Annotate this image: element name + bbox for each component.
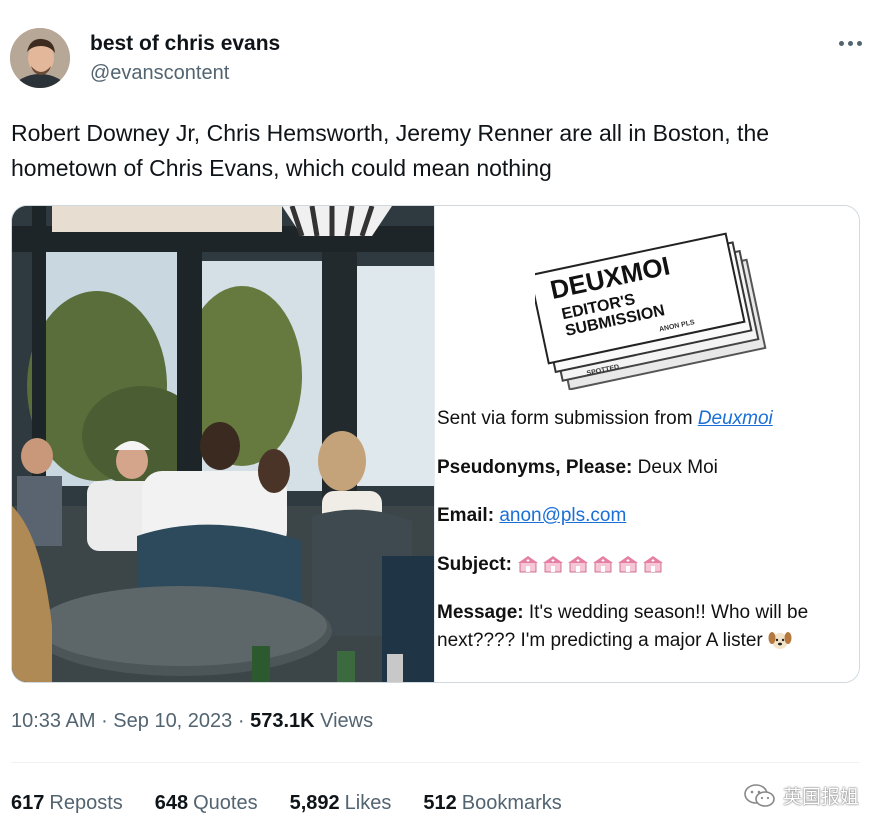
wedding-chapel-emoji (518, 556, 539, 573)
views-count: 573.1K (250, 710, 315, 732)
wedding-chapel-emoji (543, 556, 564, 573)
tweet-date[interactable]: Sep 10, 2023 (113, 710, 232, 732)
wedding-chapel-emoji (568, 556, 589, 573)
message-line-2: next???? I'm predicting a major A lister (437, 630, 792, 652)
sent-via-line: Sent via form submission from Deuxmoi (437, 408, 773, 429)
restaurant-photo[interactable] (12, 206, 434, 682)
reposts-stat[interactable]: 617 Reposts (11, 792, 123, 815)
watermark: 英国报姐 (743, 782, 859, 809)
dog-face-emoji (768, 632, 792, 649)
watermark-text: 英国报姐 (782, 787, 859, 808)
deuxmoi-submission-screenshot: DEUXMOI EDITOR'S SUBMISSION ANON PLS SPO… (434, 206, 859, 682)
wedding-chapel-emoji (593, 556, 614, 573)
tweet-media[interactable]: DEUXMOI EDITOR'S SUBMISSION ANON PLS SPO… (11, 205, 860, 683)
likes-stat[interactable]: 5,892 Likes (290, 792, 392, 815)
views-label: Views (314, 710, 374, 732)
display-name[interactable]: best of chris evans (90, 32, 280, 56)
tweet-meta: 10:33 AM · Sep 10, 2023 · 573.1K Views (11, 710, 374, 732)
newspaper-illustration: DEUXMOI EDITOR'S SUBMISSION ANON PLS SPO… (528, 220, 775, 391)
deuxmoi-link: Deuxmoi (697, 408, 773, 429)
subject-line: Subject: (437, 554, 667, 576)
message-line: Message: It's wedding season!! Who will … (437, 602, 809, 623)
divider (11, 762, 860, 763)
email-line: Email: anon@pls.com (437, 505, 627, 526)
bookmarks-stat[interactable]: 512 Bookmarks (423, 792, 561, 815)
engagement-stats: 617 Reposts 648 Quotes 5,892 Likes 512 Bookm… (11, 792, 594, 815)
quotes-stat[interactable]: 648 Quotes (155, 792, 258, 815)
wechat-icon (744, 783, 775, 807)
user-handle[interactable]: @evanscontent (90, 62, 229, 85)
tweet-time[interactable]: 10:33 AM (11, 710, 96, 732)
wedding-chapel-emoji (643, 556, 664, 573)
tweet-text: Robert Downey Jr, Chris Hemsworth, Jerem… (11, 120, 770, 181)
email-link: anon@pls.com (499, 505, 627, 526)
avatar[interactable] (10, 28, 70, 88)
more-options-button[interactable] (834, 32, 866, 54)
tweet-header: best of chris evans @evanscontent (10, 26, 870, 92)
wedding-chapel-emoji (618, 556, 639, 573)
pseudonyms-line: Pseudonyms, Please: Deux Moi (437, 457, 718, 478)
more-dots-icon (838, 40, 844, 46)
